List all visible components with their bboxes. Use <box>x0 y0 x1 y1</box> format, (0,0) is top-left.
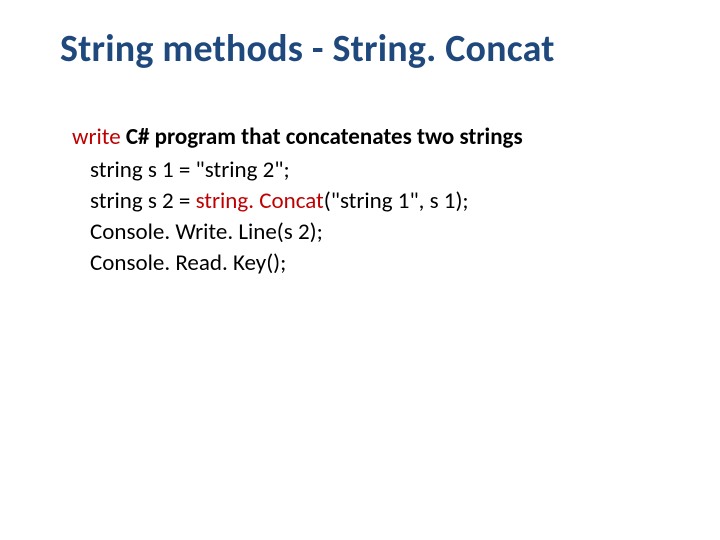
prompt-line: write C# program that concatenates two s… <box>72 122 660 153</box>
code-line-2a: string s 2 = <box>90 187 196 215</box>
code-line-4: Console. Read. Key(); <box>90 248 660 279</box>
prompt-rest: C# program that concatenates two strings <box>121 123 523 151</box>
code-line-3: Console. Write. Line(s 2); <box>90 217 660 248</box>
code-concat: string. Concat <box>196 187 324 215</box>
code-line-2c: ("string 1", s 1); <box>324 187 469 215</box>
code-line-1: string s 1 = "string 2"; <box>90 155 660 186</box>
slide: String methods - String. Concat write C#… <box>0 0 720 540</box>
code-line-2: string s 2 = string. Concat("string 1", … <box>90 186 660 217</box>
slide-title: String methods - String. Concat <box>60 28 660 72</box>
prompt-write: write <box>72 123 121 151</box>
slide-body: write C# program that concatenates two s… <box>72 122 660 279</box>
